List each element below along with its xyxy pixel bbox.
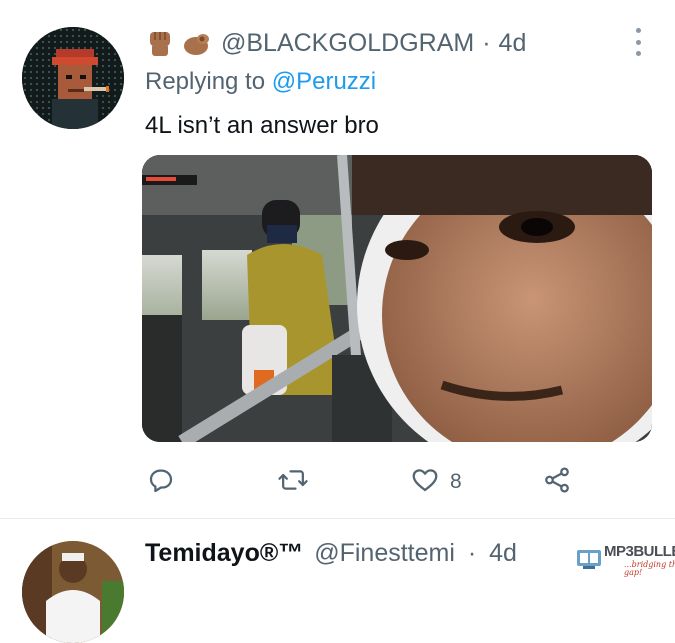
like-button[interactable]: 8 (410, 460, 462, 504)
retweet-button[interactable] (277, 460, 309, 504)
watermark: MP3BULLET ...bridging the gap! (576, 542, 675, 578)
next-author-handle[interactable]: @Finesttemi (314, 539, 455, 567)
next-time-separator: · (467, 539, 477, 567)
mp3bullet-logo-icon (576, 545, 602, 576)
reply-button[interactable] (146, 460, 176, 504)
share-button[interactable] (542, 460, 572, 504)
avatar[interactable] (22, 27, 124, 129)
heart-icon (410, 465, 440, 500)
watermark-brand: MP3BULLET (604, 542, 675, 560)
reply-icon (146, 465, 176, 500)
next-author-name[interactable]: Temidayo®™ (145, 539, 303, 567)
like-count: 8 (450, 470, 462, 493)
tweet-text: 4L isn’t an answer bro (145, 112, 379, 139)
pinched-fingers-icon (181, 28, 211, 58)
replying-mention[interactable]: @Peruzzi (272, 68, 376, 95)
next-tweet-header: Temidayo®™ @Finesttemi · 4d (145, 539, 517, 568)
tweet-time[interactable]: 4d (499, 29, 527, 58)
tweet-header: @BLACKGOLDGRAM · 4d (145, 27, 526, 59)
author-handle[interactable]: @BLACKGOLDGRAM (221, 29, 474, 58)
tweet[interactable]: @BLACKGOLDGRAM · 4d Replying to @Peruzzi… (0, 0, 675, 518)
next-avatar-photo (22, 541, 124, 643)
tweet-media[interactable] (142, 155, 652, 442)
avatar-pixel-art (22, 27, 124, 129)
share-icon (542, 465, 572, 500)
more-icon[interactable] (630, 28, 646, 56)
retweet-icon (277, 465, 309, 500)
watermark-tagline: ...bridging the gap! (624, 559, 675, 577)
tweet-actions: 8 (0, 460, 675, 504)
replying-prefix: Replying to (145, 68, 266, 95)
replying-to: Replying to @Peruzzi (145, 68, 376, 96)
next-tweet-avatar[interactable] (22, 541, 124, 643)
next-tweet[interactable]: Temidayo®™ @Finesttemi · 4d (0, 519, 675, 643)
time-separator: · (482, 28, 491, 57)
bus-selfie-image (142, 155, 652, 442)
raised-fist-icon (145, 28, 175, 58)
next-tweet-time[interactable]: 4d (489, 539, 517, 567)
